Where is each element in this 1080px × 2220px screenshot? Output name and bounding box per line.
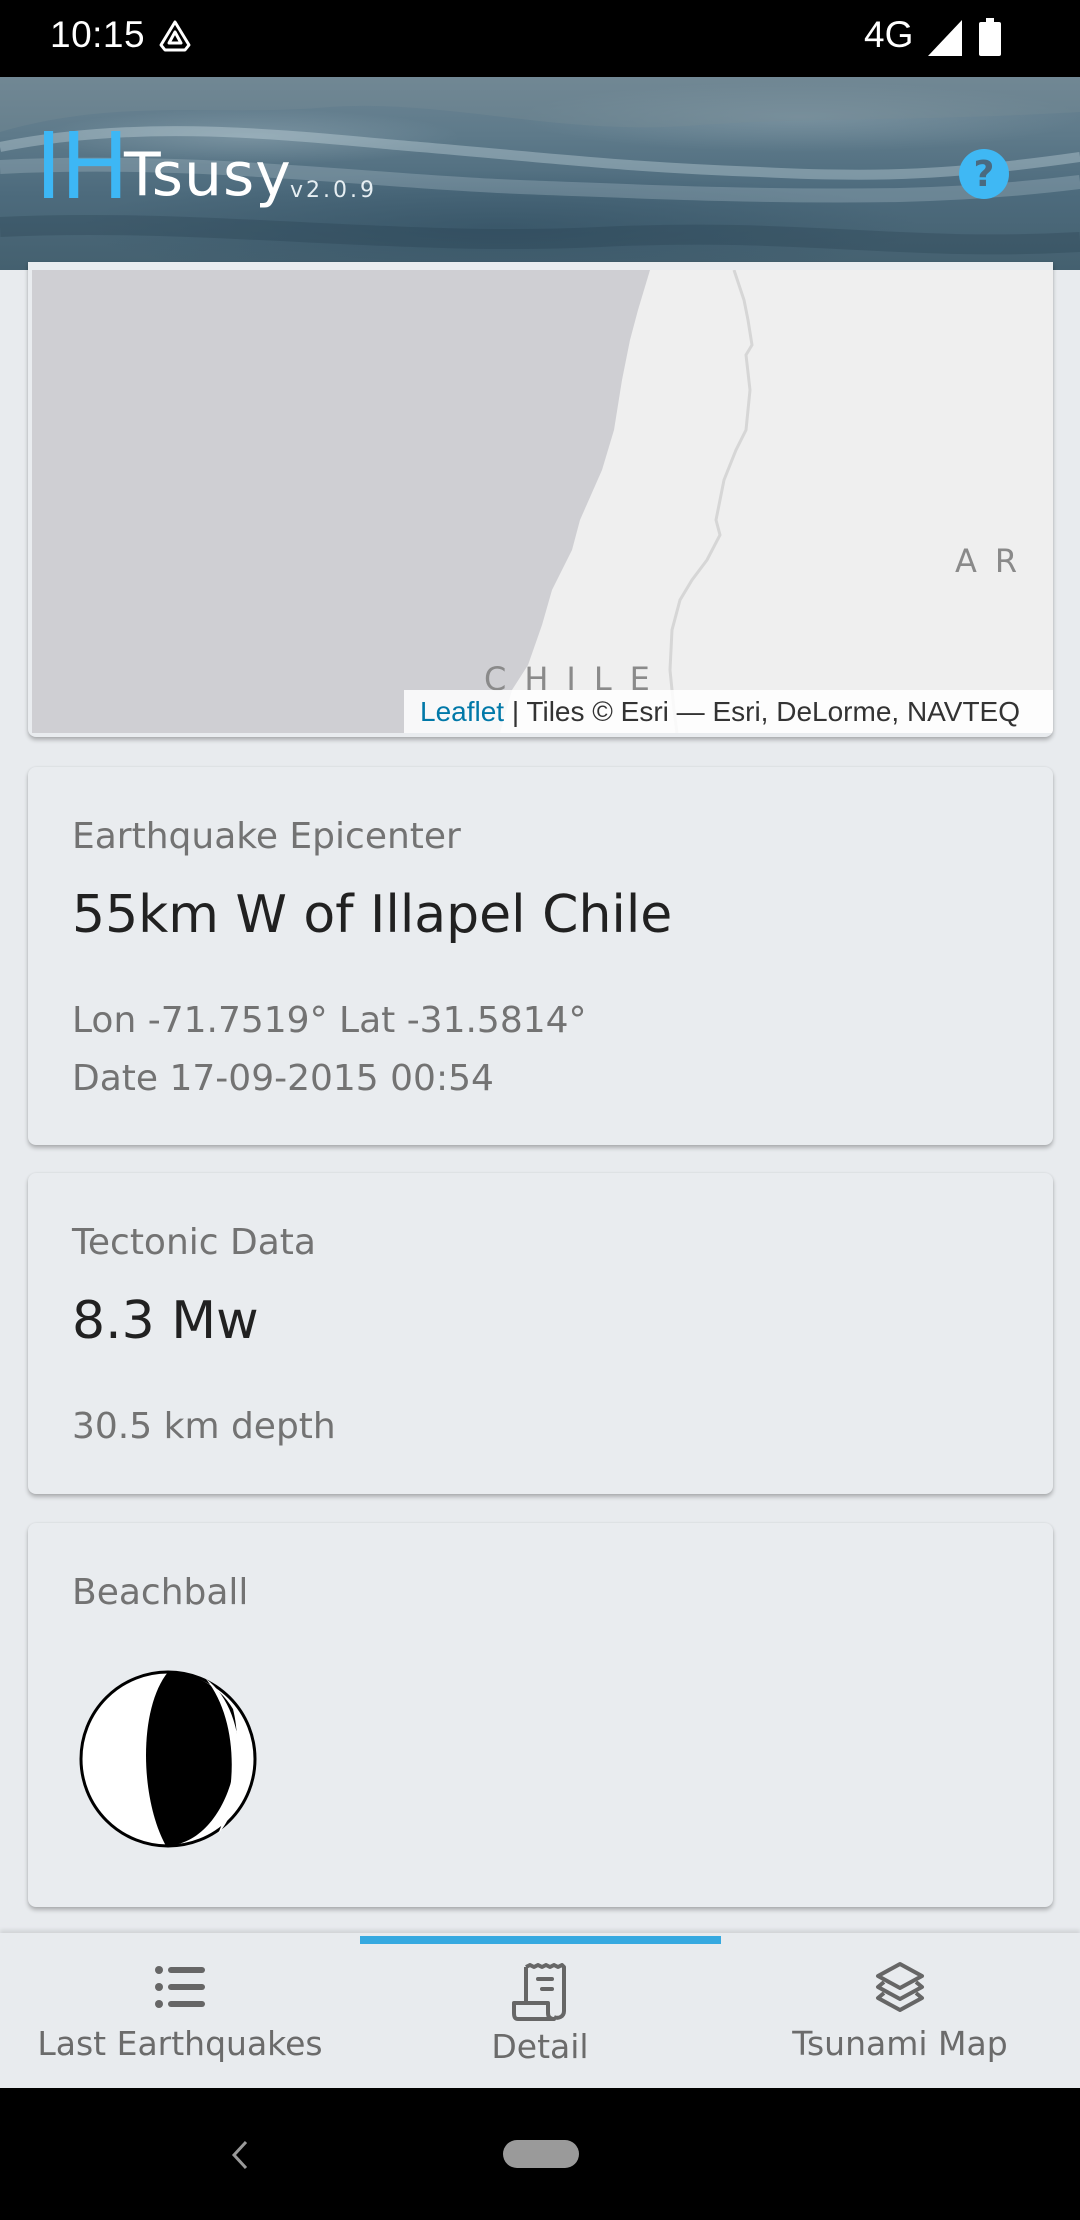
epicenter-coordinates: Lon -71.7519° Lat -31.5814°	[72, 1000, 587, 1041]
question-mark-icon: ?	[973, 153, 995, 195]
map-label-argentina: AR	[955, 542, 1036, 580]
bottom-navigation: Last Earthquakes Detail Tsunami Map	[0, 1933, 1080, 2088]
receipt-icon	[512, 1963, 566, 2021]
depth-value: 30.5 km depth	[72, 1406, 336, 1447]
card-label: Earthquake Epicenter	[72, 816, 461, 857]
card-label: Tectonic Data	[72, 1222, 316, 1263]
beachball-icon	[79, 1670, 257, 1848]
map-attribution: Leaflet | Tiles © Esri — Esri, DeLorme, …	[404, 690, 1053, 733]
magnitude-value: 8.3 Mw	[72, 1291, 259, 1351]
layers-icon	[876, 1962, 924, 2012]
beachball-card: Beachball	[28, 1523, 1053, 1907]
epicenter-location: 55km W of Illapel Chile	[72, 885, 673, 945]
card-label: Beachball	[72, 1572, 249, 1613]
status-time: 10:15	[50, 14, 146, 55]
epicenter-date: Date 17-09-2015 00:54	[72, 1058, 494, 1099]
status-bar: 10:15 4G	[0, 0, 1080, 77]
app-version: v2.0.9	[290, 178, 377, 203]
app-header: IH Tsusy v2.0.9	[0, 77, 1080, 270]
arrow-triangle-icon	[159, 20, 191, 52]
brand-logo-prefix: IH	[35, 113, 129, 220]
tab-label: Last Earthquakes	[37, 2024, 323, 2063]
tectonic-data-card: Tectonic Data 8.3 Mw 30.5 km depth	[28, 1173, 1053, 1494]
tab-label: Tsunami Map	[792, 2024, 1008, 2063]
network-type: 4G	[864, 14, 914, 55]
brand-name: Tsusy	[124, 140, 292, 210]
epicenter-card: Earthquake Epicenter 55km W of Illapel C…	[28, 767, 1053, 1145]
tab-label: Detail	[491, 2027, 589, 2066]
tab-tsunami-map[interactable]: Tsunami Map	[720, 1933, 1080, 2088]
battery-icon	[979, 18, 1001, 56]
system-navigation-bar	[0, 2088, 1080, 2220]
cell-signal-icon	[928, 20, 962, 56]
tab-last-earthquakes[interactable]: Last Earthquakes	[0, 1933, 360, 2088]
home-pill-icon[interactable]	[503, 2140, 579, 2168]
attribution-text: | Tiles © Esri — Esri, DeLorme, NAVTEQ	[504, 696, 1020, 727]
back-chevron-icon[interactable]	[228, 2140, 250, 2170]
leaflet-link[interactable]: Leaflet	[420, 696, 504, 727]
epicenter-map-card: CHILE AR Leaflet | Tiles © Esri — Esri, …	[28, 262, 1053, 737]
map-view[interactable]: CHILE AR Leaflet | Tiles © Esri — Esri, …	[32, 270, 1053, 733]
list-icon	[155, 1966, 205, 2008]
help-button[interactable]: ?	[959, 149, 1009, 199]
tab-detail[interactable]: Detail	[360, 1933, 720, 2088]
